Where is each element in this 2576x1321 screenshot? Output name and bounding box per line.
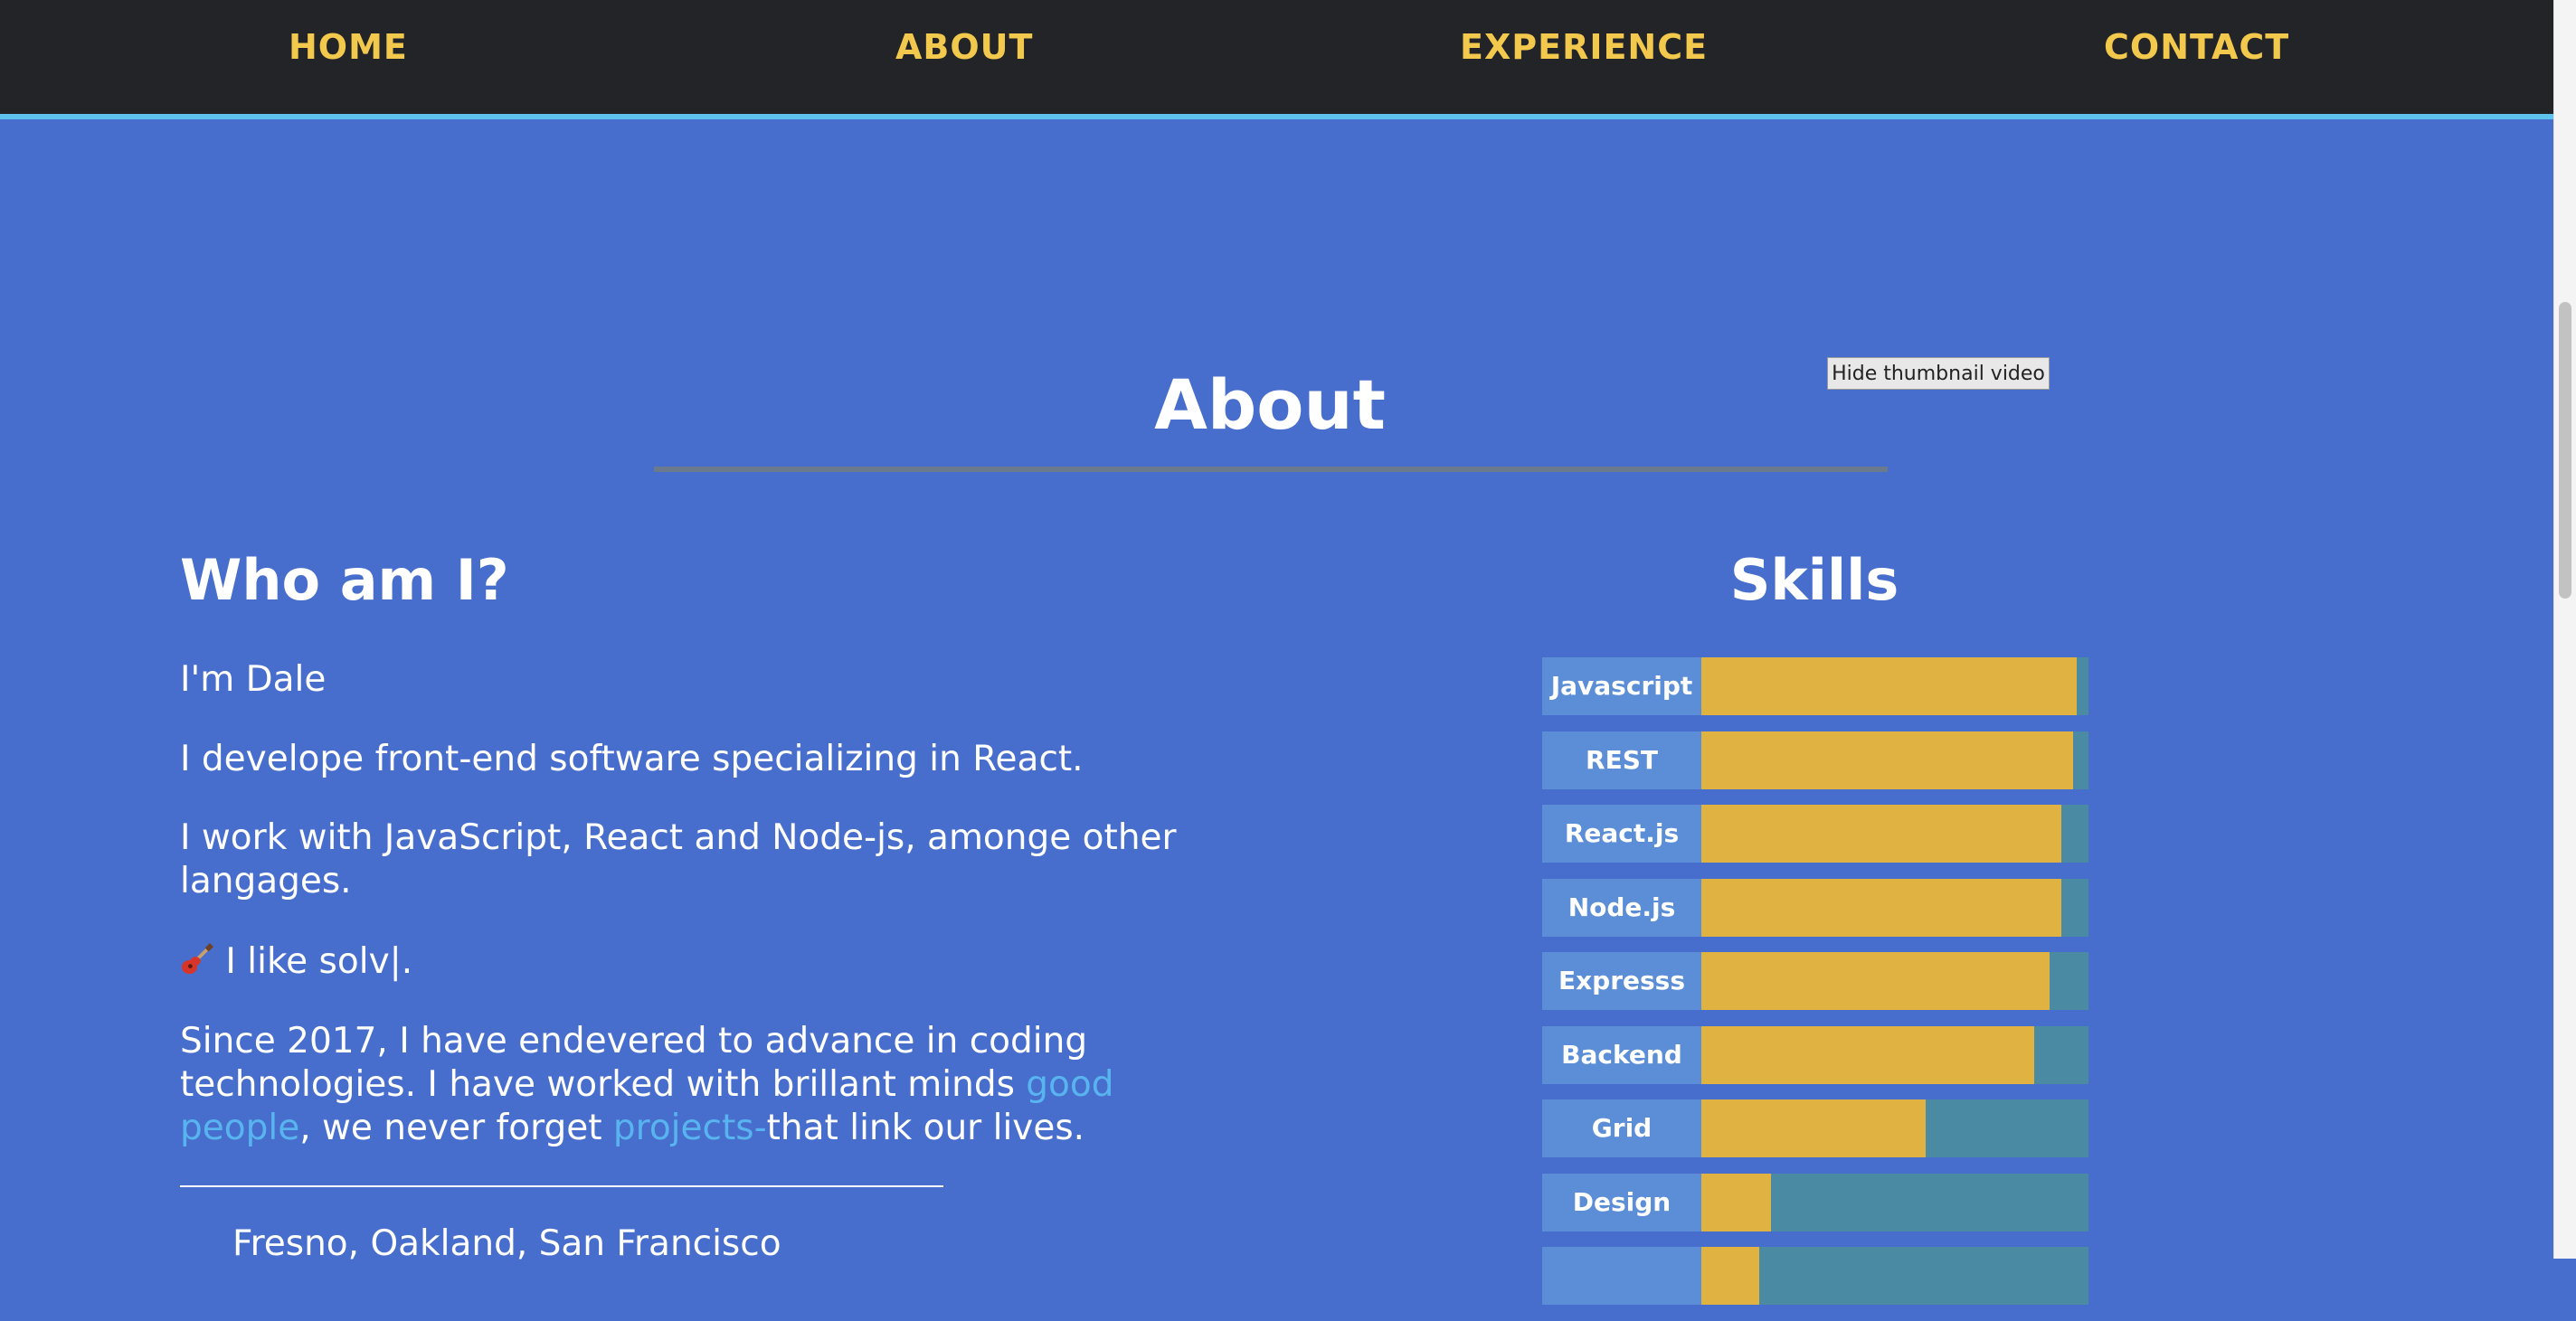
intro-name-text: I'm Dale [180,659,327,700]
skill-track [1701,952,2088,1010]
bio-divider [180,1185,943,1187]
skill-track [1701,1247,2088,1305]
projects-link[interactable]: projects- [613,1108,767,1148]
page-scrollbar[interactable] [2553,0,2576,1259]
skill-label: Backend [1542,1025,1701,1084]
skill-level-fill [1701,952,2050,1010]
skill-track [1701,878,2088,937]
cities-text: Fresno, Oakland, San Francisco [232,1223,781,1264]
about-section-title: About [1154,364,1386,445]
skill-label: REST [1542,731,1701,789]
nav-contact-link[interactable]: CONTACT [2104,27,2289,67]
skill-label [1542,1247,1701,1305]
skill-track [1701,805,2088,863]
skill-row: React.js [1542,805,2088,863]
bio-text-2: , we never forget [299,1108,613,1148]
nav-home-link[interactable]: HOME [289,27,408,67]
skill-row: REST [1542,731,2088,789]
skill-row: Backend [1542,1025,2088,1084]
nav-about-link[interactable]: ABOUT [895,27,1033,67]
skill-label: Node.js [1542,878,1701,937]
intro-stack-text: I work with JavaScript, React and Node-j… [180,817,1177,901]
skill-label: Expresss [1542,952,1701,1010]
guitar-icon [181,943,213,975]
typing-text: I like solv|. [214,941,413,982]
skill-level-fill [1701,805,2061,863]
skill-level-fill [1701,1247,1759,1305]
skill-track [1701,657,2088,715]
skill-row [1542,1247,2088,1305]
skill-row: Node.js [1542,878,2088,937]
scrollbar-thumb[interactable] [2559,302,2571,599]
skill-label: Design [1542,1173,1701,1231]
skill-label: Grid [1542,1099,1701,1157]
skill-row: Javascript [1542,657,2088,715]
skill-track [1701,731,2088,789]
skill-row: Expresss [1542,952,2088,1010]
skill-track [1701,1025,2088,1084]
skills-heading: Skills [1729,547,1899,613]
skill-row: Design [1542,1173,2088,1231]
skill-label: React.js [1542,805,1701,863]
skill-track [1701,1099,2088,1157]
skill-level-fill [1701,731,2073,789]
top-navbar: HOME ABOUT EXPERIENCE CONTACT [0,0,2554,119]
bio-text-1: Since 2017, I have endevered to advance … [180,1021,1088,1105]
intro-role-text: I develope front-end software specializi… [180,739,1084,779]
skill-level-fill [1701,1173,1771,1231]
who-am-i-heading: Who am I? [180,547,509,613]
skill-row: Grid [1542,1099,2088,1157]
skill-level-fill [1701,1025,2034,1084]
typing-line: I like solv|. [180,940,1265,984]
skill-level-fill [1701,1099,1926,1157]
bio-paragraph: Since 2017, I have endevered to advance … [180,1020,1175,1150]
skill-level-fill [1701,657,2077,715]
skills-list: Javascript REST React.js Node.js Expresss Bac… [1542,657,2088,1321]
about-title-underline [654,467,1888,472]
skill-track [1701,1173,2088,1231]
bio-text-3: that link our lives. [766,1108,1085,1148]
nav-experience-link[interactable]: EXPERIENCE [1460,27,1708,67]
skill-level-fill [1701,878,2061,937]
skill-label: Javascript [1542,657,1701,715]
hide-thumbnail-video-button[interactable]: Hide thumbnail video [1827,357,2050,390]
